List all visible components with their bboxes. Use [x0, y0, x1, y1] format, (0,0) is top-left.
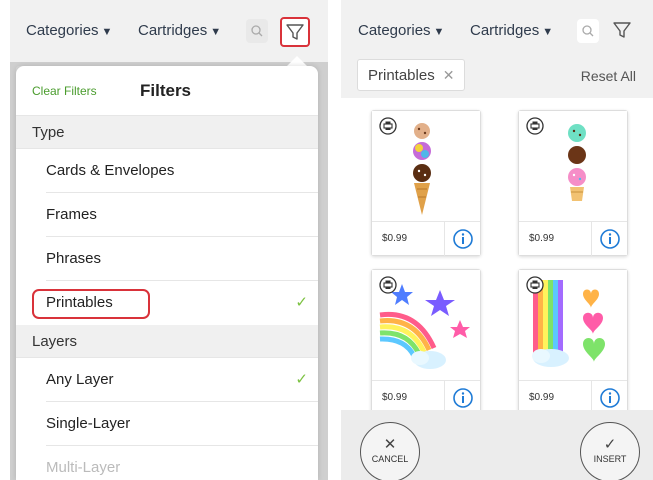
result-card[interactable]: $0.99 [371, 110, 481, 256]
top-nav-bar: Categories ▼ Cartridges ▼ [341, 0, 653, 62]
search-icon[interactable] [577, 19, 599, 43]
price-label: $0.99 [529, 392, 555, 403]
card-footer: $0.99 [372, 221, 480, 256]
rainbow-hearts-image [519, 270, 627, 380]
caret-down-icon: ▼ [542, 26, 554, 38]
top-nav-bar: Categories ▼ Cartridges ▼ [10, 0, 328, 62]
popover-arrow [287, 56, 307, 66]
filters-title: Filters [140, 81, 192, 100]
insert-label: INSERT [593, 454, 627, 464]
ice-cream-cone-image [372, 111, 480, 221]
caret-down-icon: ▼ [101, 26, 113, 38]
option-label: Multi-Layer [46, 459, 121, 476]
categories-label: Categories [26, 22, 99, 39]
filter-option-printables[interactable]: Printables ✓ [32, 281, 318, 325]
left-screen: Categories ▼ Cartridges ▼ Clear Filters Fi… [10, 0, 328, 480]
filter-option-multi-layer[interactable]: Multi-Layer [46, 446, 318, 480]
caret-down-icon: ▼ [433, 26, 445, 38]
chip-label: Printables [368, 67, 435, 84]
filter-funnel-icon[interactable] [609, 17, 639, 47]
checkmark-icon: ✓ [295, 371, 308, 388]
cancel-button[interactable]: ✕ CANCEL [360, 422, 420, 480]
cartridges-dropdown[interactable]: Cartridges ▼ [470, 22, 553, 39]
ice-cream-cone-image [519, 111, 627, 221]
info-button[interactable] [444, 222, 480, 256]
section-header-type: Type [16, 116, 318, 149]
section-header-layers: Layers [16, 325, 318, 358]
checkmark-icon: ✓ [603, 436, 617, 453]
filter-option-phrases[interactable]: Phrases [46, 237, 318, 281]
price-label: $0.99 [529, 233, 555, 244]
filter-option-cards-envelopes[interactable]: Cards & Envelopes [46, 149, 318, 193]
card-footer: $0.99 [519, 380, 627, 415]
clear-filters-button[interactable]: Clear Filters [32, 84, 97, 98]
insert-button[interactable]: ✓ INSERT [580, 422, 640, 480]
option-label: Single-Layer [46, 415, 131, 432]
categories-label: Categories [358, 22, 431, 39]
option-label: Cards & Envelopes [46, 162, 175, 179]
cancel-label: CANCEL [371, 454, 409, 464]
checkmark-icon: ✓ [295, 294, 308, 311]
remove-chip-icon[interactable]: ✕ [443, 67, 455, 83]
info-icon [600, 229, 620, 249]
info-button[interactable] [591, 222, 627, 256]
result-card[interactable]: $0.99 [371, 269, 481, 415]
info-icon [453, 229, 473, 249]
active-filter-chip[interactable]: Printables ✕ [357, 59, 466, 91]
categories-dropdown[interactable]: Categories ▼ [358, 22, 444, 39]
close-icon: ✕ [383, 436, 397, 453]
price-label: $0.99 [382, 392, 408, 403]
option-label: Frames [46, 206, 97, 223]
cartridges-label: Cartridges [138, 22, 208, 39]
search-icon[interactable] [246, 19, 268, 43]
cartridges-dropdown[interactable]: Cartridges ▼ [138, 22, 221, 39]
printer-icon [379, 276, 397, 294]
option-label: Any Layer [46, 371, 114, 388]
filter-option-frames[interactable]: Frames [46, 193, 318, 237]
rainbow-stars-image [372, 270, 480, 380]
result-card[interactable]: $0.99 [518, 269, 628, 415]
bottom-action-bar: ✕ CANCEL ✓ INSERT [341, 410, 653, 480]
reset-all-button[interactable]: Reset All [581, 68, 636, 84]
price-label: $0.99 [382, 233, 408, 244]
highlight-circle [32, 289, 150, 319]
categories-dropdown[interactable]: Categories ▼ [26, 22, 112, 39]
filter-option-any-layer[interactable]: Any Layer ✓ [46, 358, 318, 402]
filter-funnel-icon[interactable] [280, 17, 310, 47]
filter-option-single-layer[interactable]: Single-Layer [46, 402, 318, 446]
card-footer: $0.99 [372, 380, 480, 415]
card-footer: $0.99 [519, 221, 627, 256]
filters-popover: Clear Filters Filters Type Cards & Envel… [16, 66, 318, 480]
caret-down-icon: ▼ [210, 26, 222, 38]
printer-icon [526, 276, 544, 294]
results-grid: $0.99 $0.99 $0.99 $0.99 ✕ CANCEL ✓ INSER… [341, 98, 653, 480]
filters-header: Clear Filters Filters [16, 66, 318, 116]
cartridges-label: Cartridges [470, 22, 540, 39]
option-label: Phrases [46, 250, 102, 267]
result-card[interactable]: $0.99 [518, 110, 628, 256]
right-screen: Categories ▼ Cartridges ▼ Printables ✕ Rese… [341, 0, 653, 480]
